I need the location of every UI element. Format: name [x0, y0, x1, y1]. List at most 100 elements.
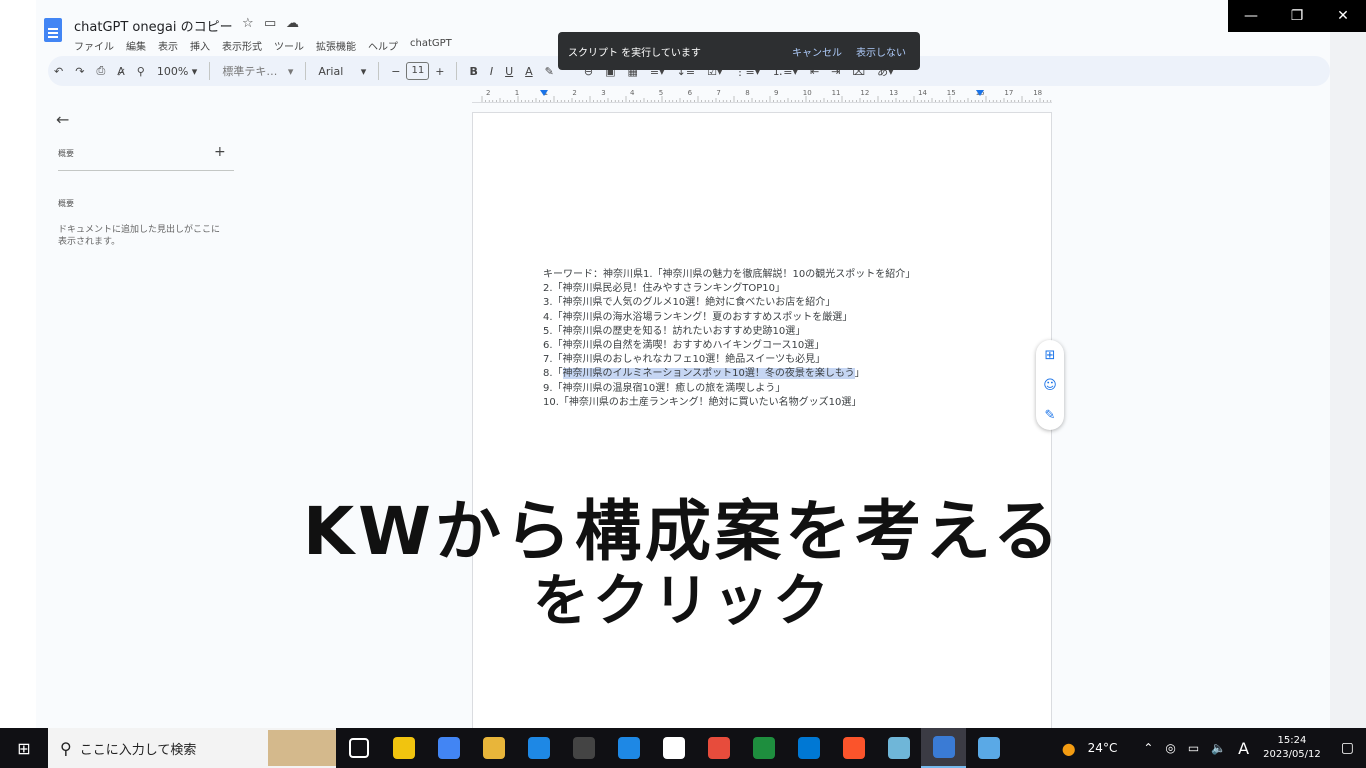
ruler-label: 4	[630, 89, 635, 97]
app-glyph	[527, 737, 550, 759]
restore-icon[interactable]: ❐	[1274, 0, 1320, 32]
minimize-icon[interactable]: —	[1228, 0, 1274, 32]
taskbar-app-icon[interactable]	[831, 728, 876, 768]
taskbar-app-icon[interactable]	[471, 728, 516, 768]
menu-extensions[interactable]: 拡張機能	[316, 38, 356, 53]
text-color-icon[interactable]: A	[519, 65, 539, 78]
divider	[456, 62, 458, 80]
ruler-label: 15	[947, 89, 956, 97]
toast-message: スクリプト を実行しています	[568, 47, 701, 59]
menu-insert[interactable]: 挿入	[190, 38, 210, 53]
document-body[interactable]: キーワード：神奈川県1.「神奈川県の魅力を徹底解説！10の観光スポットを紹介」 …	[543, 268, 915, 410]
weather-icon[interactable]: ●	[1056, 739, 1082, 758]
app-glyph	[482, 737, 505, 759]
menu-tools[interactable]: ツール	[274, 38, 304, 53]
meet-icon[interactable]: ◎	[1159, 741, 1181, 755]
doc-line: 2.「神奈川県民必見！住みやすさランキングTOP10」	[543, 283, 785, 295]
taskbar-search-box[interactable]: ⚲ ここに入力して検索	[48, 728, 336, 768]
ruler-label: 6	[688, 89, 693, 97]
font-select[interactable]: Arial ▾	[312, 65, 372, 78]
battery-icon[interactable]: ▭	[1182, 741, 1205, 755]
star-icon[interactable]: ☆	[242, 16, 254, 31]
app-glyph	[932, 736, 955, 758]
outline-hint: ドキュメントに追加した見出しがここに表示されます。	[58, 225, 221, 247]
toast-hide-button[interactable]: 表示しない	[856, 44, 906, 59]
menu-view[interactable]: 表示	[158, 38, 178, 53]
style-select[interactable]: 標準テキ… ▾	[216, 63, 299, 79]
taskbar-app-icon[interactable]	[651, 728, 696, 768]
bold-icon[interactable]: B	[463, 65, 483, 78]
taskbar-app-icon[interactable]	[561, 728, 606, 768]
weather-temp[interactable]: 24°C	[1082, 741, 1124, 755]
taskbar-apps	[336, 728, 1011, 768]
divider	[58, 170, 234, 171]
spellcheck-icon[interactable]: A̷	[111, 65, 131, 78]
increase-font-size-icon[interactable]: +	[429, 65, 450, 78]
ruler[interactable]: 21123456789101112131415161718	[472, 88, 1055, 103]
app-glyph	[392, 737, 415, 759]
taskbar-app-icon[interactable]	[876, 728, 921, 768]
divider	[305, 62, 307, 80]
app-glyph	[348, 738, 369, 758]
taskbar-app-icon[interactable]	[381, 728, 426, 768]
line-prefix: 8.「	[543, 368, 563, 380]
selected-text: 神奈川県のイルミネーションスポット10選！冬の夜景を楽しもう	[562, 368, 855, 380]
taskbar-app-icon[interactable]	[741, 728, 786, 768]
toast-cancel-button[interactable]: キャンセル	[792, 44, 842, 59]
italic-icon[interactable]: I	[484, 65, 499, 78]
speaker-muted-icon[interactable]: 🔈	[1205, 741, 1232, 755]
app-glyph	[617, 737, 640, 759]
menu-help[interactable]: ヘルプ	[368, 38, 398, 53]
close-icon[interactable]: ✕	[1320, 0, 1366, 32]
highlight-icon[interactable]: ✎	[539, 65, 560, 78]
docs-logo-icon[interactable]	[44, 18, 62, 42]
clock[interactable]: 15:24 2023/05/12	[1255, 734, 1329, 762]
ruler-label: 12	[860, 89, 869, 97]
taskbar-app-icon[interactable]	[696, 728, 741, 768]
add-comment-icon[interactable]: ⊞	[1045, 348, 1056, 363]
app-glyph	[752, 737, 775, 759]
move-folder-icon[interactable]: ▭	[264, 16, 276, 31]
windows-start-icon[interactable]: ⊞	[0, 728, 48, 768]
menu-file[interactable]: ファイル	[74, 38, 114, 53]
ruler-label: 10	[803, 89, 812, 97]
taskbar-app-icon[interactable]	[966, 728, 1011, 768]
emoji-reaction-icon[interactable]: ☺	[1043, 378, 1057, 393]
menu-edit[interactable]: 編集	[126, 38, 146, 53]
decrease-font-size-icon[interactable]: −	[385, 65, 406, 78]
print-icon[interactable]: ⎙	[90, 64, 111, 78]
back-arrow-icon[interactable]: ←	[56, 110, 69, 129]
add-tab-icon[interactable]: +	[214, 144, 226, 160]
taskbar-app-icon[interactable]	[786, 728, 831, 768]
taskbar-app-icon[interactable]	[426, 728, 471, 768]
font-size-input[interactable]: 11	[406, 62, 430, 80]
undo-icon[interactable]: ↶	[48, 65, 69, 78]
underline-icon[interactable]: U	[499, 65, 519, 78]
notification-icon[interactable]: ▢	[1329, 740, 1366, 756]
taskbar-app-icon[interactable]	[606, 728, 651, 768]
redo-icon[interactable]: ↷	[69, 65, 90, 78]
menu-chatgpt[interactable]: chatGPT	[410, 38, 452, 53]
cloud-status-icon[interactable]: ☁	[286, 16, 299, 31]
app-glyph	[842, 737, 865, 759]
taskbar-app-icon[interactable]	[921, 728, 966, 768]
ime-indicator[interactable]: A	[1232, 739, 1255, 758]
document-title[interactable]: chatGPT onegai のコピー	[74, 16, 233, 35]
taskbar-app-icon[interactable]	[336, 728, 381, 768]
paint-format-icon[interactable]: ⚲	[131, 65, 151, 78]
taskbar-app-icon[interactable]	[516, 728, 561, 768]
app-glyph	[887, 737, 910, 759]
search-highlight-image	[268, 730, 336, 766]
app-glyph	[662, 737, 685, 759]
suggest-edit-icon[interactable]: ✎	[1045, 408, 1056, 423]
app-glyph	[572, 737, 595, 759]
chevron-up-icon[interactable]: ⌃	[1137, 741, 1159, 755]
divider	[209, 62, 211, 80]
doc-line: 7.「神奈川県のおしゃれなカフェ10選！絶品スイーツも必見」	[543, 354, 826, 366]
menu-format[interactable]: 表示形式	[222, 38, 262, 53]
taskbar: ⊞ ⚲ ここに入力して検索 ● 24°C ⌃ ◎ ▭ 🔈 A 15:24 202…	[0, 728, 1366, 768]
app-glyph	[437, 737, 460, 759]
ruler-label: 17	[1004, 89, 1013, 97]
zoom-select[interactable]: 100% ▾	[151, 65, 203, 78]
doc-line-selected: 8.「神奈川県のイルミネーションスポット10選！冬の夜景を楽しもう」	[543, 367, 915, 381]
